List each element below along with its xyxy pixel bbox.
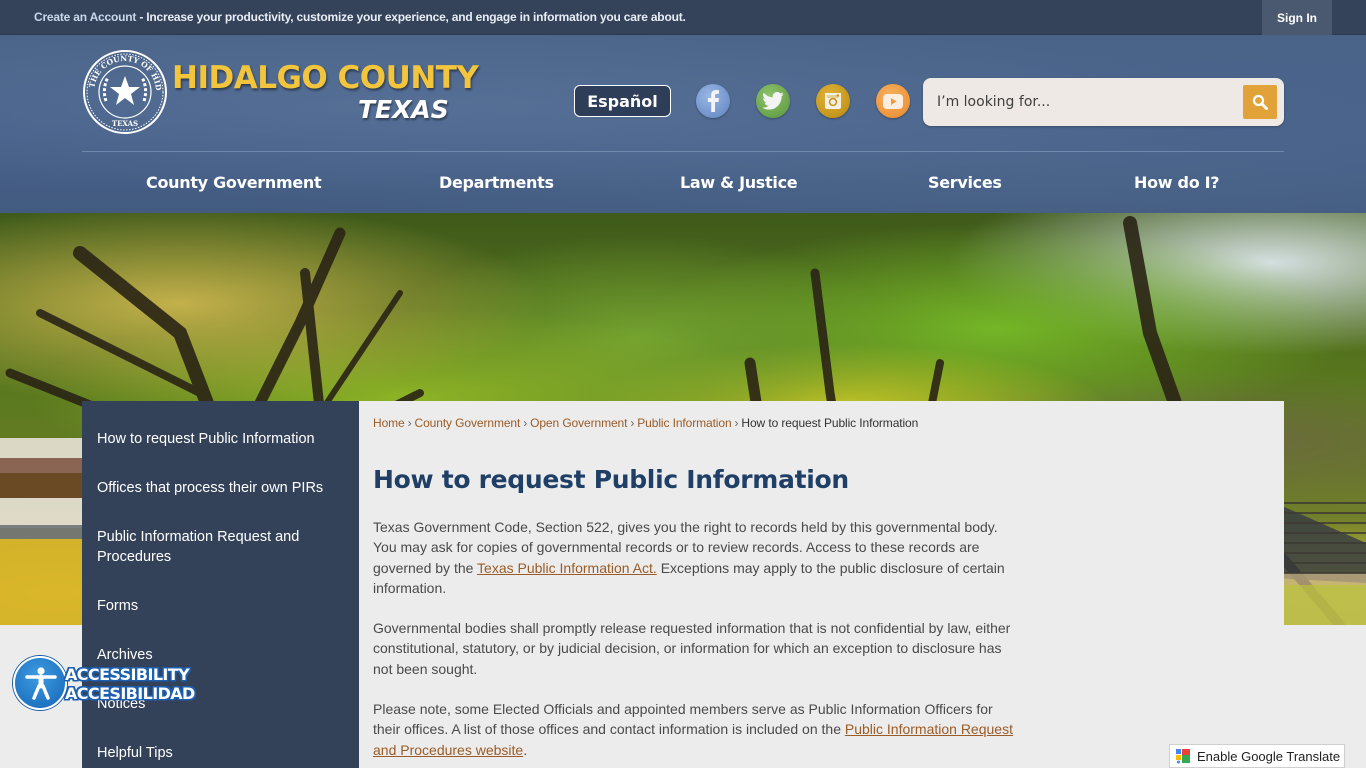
breadcrumb-open-government[interactable]: Open Government xyxy=(530,416,627,430)
create-account-description: - Increase your productivity, customize … xyxy=(136,10,686,24)
google-translate-icon xyxy=(1176,749,1190,764)
facebook-link[interactable] xyxy=(696,84,730,118)
breadcrumb-public-information[interactable]: Public Information xyxy=(637,416,731,430)
nav-departments[interactable]: Departments xyxy=(439,173,554,192)
logo-subtitle: TEXAS xyxy=(358,95,449,124)
google-translate-label: Enable Google Translate xyxy=(1197,748,1341,764)
accessibility-button[interactable]: ACCESSIBILITY ACCESIBILIDAD xyxy=(13,656,195,710)
site-header: THE COUNTY OF HIDALGO TEXAS HIDALGO COUN… xyxy=(0,35,1366,213)
sidebar-item-offices-own-pirs[interactable]: Offices that process their own PIRs xyxy=(97,478,347,498)
accessibility-person-icon xyxy=(25,667,57,700)
accessibility-label-es: ACCESIBILIDAD xyxy=(65,684,195,703)
logo-title[interactable]: HIDALGO COUNTY xyxy=(172,60,479,96)
accessibility-label-en: ACCESSIBILITY xyxy=(65,665,190,684)
breadcrumb-home[interactable]: Home xyxy=(373,416,405,430)
release-paragraph: Governmental bodies shall promptly relea… xyxy=(373,620,1011,677)
sidebar-item-how-to-request[interactable]: How to request Public Information xyxy=(97,429,347,449)
search-button[interactable] xyxy=(1243,85,1277,119)
youtube-link[interactable] xyxy=(876,84,910,118)
sidebar-item-helpful-tips[interactable]: Helpful Tips xyxy=(97,743,347,763)
sidebar-item-pir-procedures[interactable]: Public Information Request and Procedure… xyxy=(97,527,347,567)
breadcrumb-separator: › xyxy=(734,416,739,430)
breadcrumb: Home › County Government › Open Government › P… xyxy=(373,416,918,430)
texas-public-information-act-link[interactable]: Texas Public Information Act. xyxy=(477,560,657,576)
seal-bottom-text: TEXAS xyxy=(112,119,138,128)
nav-law-justice[interactable]: Law & Justice xyxy=(680,173,798,192)
youtube-icon xyxy=(883,93,903,109)
nav-services[interactable]: Services xyxy=(928,173,1002,192)
nav-county-government[interactable]: County Government xyxy=(146,173,322,192)
facebook-icon xyxy=(708,90,719,112)
sidebar-item-forms[interactable]: Forms xyxy=(97,596,347,616)
sign-in-button[interactable]: Sign In xyxy=(1262,0,1332,35)
search-input[interactable] xyxy=(937,88,1237,116)
top-utility-bar: Create an Account - Increase your produc… xyxy=(0,0,1366,35)
breadcrumb-county-government[interactable]: County Government xyxy=(415,416,521,430)
section-sidebar-nav: How to request Public Information Office… xyxy=(82,401,359,768)
espanol-language-button[interactable]: Español xyxy=(574,85,671,117)
create-account-link[interactable]: Create an Account xyxy=(34,10,136,24)
breadcrumb-current: How to request Public Information xyxy=(741,416,919,430)
county-seal-logo[interactable]: THE COUNTY OF HIDALGO TEXAS xyxy=(82,49,168,135)
twitter-link[interactable] xyxy=(756,84,790,118)
instagram-icon xyxy=(825,93,841,109)
breadcrumb-separator: › xyxy=(407,416,412,430)
google-translate-button[interactable]: Enable Google Translate xyxy=(1169,744,1345,768)
breadcrumb-separator: › xyxy=(630,416,635,430)
instagram-link[interactable] xyxy=(816,84,850,118)
nav-divider xyxy=(82,151,1284,152)
twitter-icon xyxy=(762,92,784,110)
officers-paragraph: Please note, some Elected Officials and … xyxy=(373,699,1013,760)
create-account-message: Create an Account - Increase your produc… xyxy=(34,10,686,24)
intro-paragraph: Texas Government Code, Section 522, give… xyxy=(373,517,1013,598)
site-search xyxy=(923,78,1284,126)
officers-text-end: . xyxy=(523,741,528,758)
search-icon xyxy=(1252,94,1268,110)
main-content: Home › County Government › Open Government › P… xyxy=(359,401,1284,768)
breadcrumb-separator: › xyxy=(523,416,528,430)
page-title: How to request Public Information xyxy=(373,465,849,494)
nav-how-do-i[interactable]: How do I? xyxy=(1134,173,1220,192)
